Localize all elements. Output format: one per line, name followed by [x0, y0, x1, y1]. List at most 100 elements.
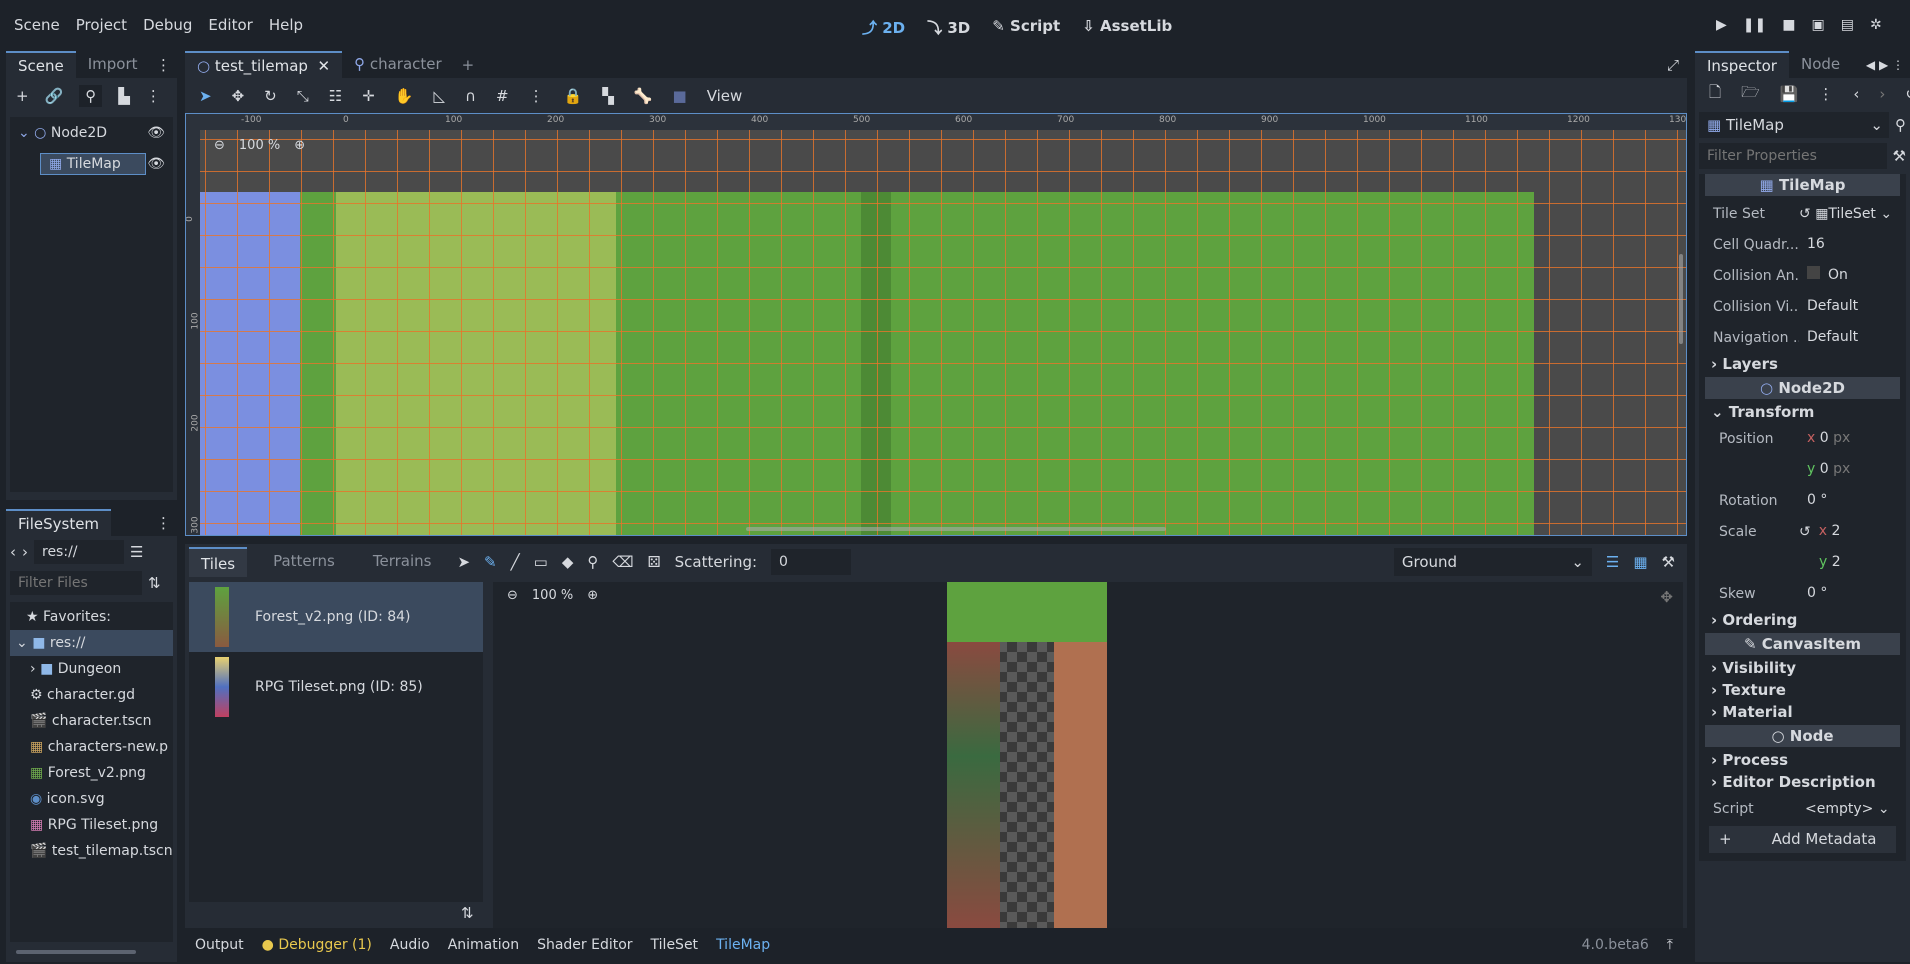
- node2d-section-header[interactable]: ○ Node2D: [1705, 377, 1900, 399]
- view-menu[interactable]: View: [707, 87, 743, 105]
- editor-description-section[interactable]: › Editor Description: [1699, 771, 1906, 793]
- file-item[interactable]: 🎬 test_tilemap.tscn: [10, 838, 173, 864]
- collision-visibility-select[interactable]: Default: [1799, 293, 1900, 320]
- visibility-eye-icon[interactable]: 👁: [147, 156, 165, 172]
- close-icon[interactable]: ✕: [313, 57, 330, 75]
- visibility-eye-icon[interactable]: 👁: [147, 125, 165, 141]
- dock-arrows-icon[interactable]: ◀ ▶ ⋮: [1866, 58, 1904, 72]
- more-icon[interactable]: ⋮: [156, 56, 171, 74]
- pivot-icon[interactable]: ✛: [362, 87, 375, 105]
- line-tool-icon[interactable]: ╱: [511, 553, 520, 571]
- tab-import[interactable]: Import: [76, 51, 150, 78]
- move-tool-icon[interactable]: ✥: [232, 87, 245, 105]
- pan-icon[interactable]: ✋: [395, 87, 414, 105]
- collision-animatable-checkbox[interactable]: On: [1799, 262, 1900, 289]
- forward-icon[interactable]: ›: [1879, 85, 1885, 103]
- more-icon[interactable]: ⋮: [146, 87, 161, 105]
- navigation-visibility-select[interactable]: Default: [1799, 324, 1900, 351]
- scattering-input[interactable]: [771, 548, 852, 575]
- menu-help[interactable]: Help: [269, 16, 303, 34]
- more-icon[interactable]: ⋮: [156, 514, 171, 532]
- bottom-tileset[interactable]: TileSet: [651, 937, 699, 953]
- select-tool-icon[interactable]: ➤: [457, 553, 470, 571]
- cell-quadrant-spinbox[interactable]: 16: [1799, 231, 1900, 258]
- pan-icon[interactable]: ✥: [1660, 588, 1673, 606]
- vertical-scrollbar[interactable]: [1679, 254, 1683, 344]
- file-item[interactable]: ◉ icon.svg: [10, 786, 173, 812]
- rotate-tool-icon[interactable]: ↻: [264, 87, 277, 105]
- workspace-script[interactable]: ✎ Script: [992, 17, 1060, 38]
- open-folder-icon[interactable]: 🗁: [1741, 82, 1760, 107]
- tools-icon[interactable]: ⚒: [1893, 147, 1906, 165]
- tab-test-tilemap[interactable]: ○ test_tilemap ✕: [185, 51, 343, 78]
- list-select-icon[interactable]: ☷: [329, 87, 342, 105]
- tools-icon[interactable]: ⚒: [1662, 553, 1675, 571]
- scale-y-input[interactable]: y 2: [1811, 549, 1900, 576]
- file-item[interactable]: ⚙ character.gd: [10, 682, 173, 708]
- link-icon[interactable]: 🔗: [45, 87, 64, 105]
- more-icon[interactable]: ⋮: [529, 87, 544, 105]
- camera-icon[interactable]: ■: [673, 87, 687, 105]
- tab-node[interactable]: Node: [1789, 51, 1852, 78]
- file-item[interactable]: ⌄ ■ res://: [10, 630, 173, 656]
- file-item[interactable]: 🎬 character.tscn: [10, 708, 173, 734]
- rotation-slider[interactable]: 0 °: [1799, 487, 1900, 514]
- menu-scene[interactable]: Scene: [14, 16, 60, 34]
- tab-filesystem[interactable]: FileSystem: [6, 509, 112, 536]
- filter-files-input[interactable]: [10, 571, 142, 595]
- doc-icon[interactable]: ⚲: [1895, 116, 1906, 134]
- tree-tilemap[interactable]: ▦ TileMap 👁: [10, 148, 173, 179]
- zoom-out-icon[interactable]: ⊖: [507, 588, 518, 603]
- tree-node2d[interactable]: ⌄ ○ Node2D 👁: [10, 117, 173, 148]
- play-custom-icon[interactable]: ▤: [1841, 17, 1854, 33]
- zoom-out-icon[interactable]: ⊖: [214, 138, 225, 153]
- tab-terrains[interactable]: Terrains: [361, 548, 444, 575]
- horizontal-scrollbar[interactable]: [746, 527, 1166, 531]
- bottom-output[interactable]: Output: [195, 937, 244, 953]
- source-item[interactable]: RPG Tileset.png (ID: 85): [189, 652, 483, 722]
- atlas-zoom-level[interactable]: 100 %: [532, 588, 573, 603]
- object-select[interactable]: ▦ TileMap ⌄: [1699, 112, 1889, 138]
- menu-project[interactable]: Project: [76, 16, 127, 34]
- stop-icon[interactable]: ■: [1782, 17, 1795, 33]
- layer-select[interactable]: Ground ⌄: [1393, 547, 1592, 576]
- grid-toggle-icon[interactable]: ▦: [1633, 553, 1647, 571]
- add-tab-icon[interactable]: +: [462, 56, 475, 74]
- layers-section[interactable]: › Layers: [1699, 353, 1906, 375]
- file-item[interactable]: › ■ Dungeon: [10, 656, 173, 682]
- random-tile-icon[interactable]: ⚄: [648, 553, 661, 571]
- reset-icon[interactable]: ↺: [1799, 206, 1815, 222]
- position-y-input[interactable]: y 0 px: [1799, 456, 1900, 483]
- bucket-tool-icon[interactable]: ◆: [562, 553, 574, 571]
- play-icon[interactable]: ▶: [1716, 17, 1727, 33]
- new-resource-icon[interactable]: 🗋: [1709, 82, 1721, 107]
- rect-tool-icon[interactable]: ▭: [534, 553, 548, 571]
- picker-icon[interactable]: ⚲: [587, 553, 598, 571]
- tab-scene[interactable]: Scene: [6, 51, 76, 78]
- workspace-2d[interactable]: ⤴ 2D: [862, 17, 905, 38]
- back-icon[interactable]: ‹: [1853, 85, 1859, 103]
- movie-icon[interactable]: ✲: [1870, 17, 1882, 33]
- position-x-input[interactable]: x 0 px: [1799, 425, 1900, 452]
- workspace-3d[interactable]: ⤵ 3D: [927, 17, 970, 38]
- tileset-atlas-image[interactable]: [947, 582, 1107, 928]
- tilemap-section-header[interactable]: ▦ TileMap: [1705, 174, 1900, 196]
- filter-properties-input[interactable]: [1699, 143, 1887, 169]
- lock-icon[interactable]: 🔒: [564, 87, 583, 105]
- tileset-value[interactable]: ▦TileSet ⌄: [1815, 206, 1892, 222]
- workspace-assetlib[interactable]: ⇩ AssetLib: [1082, 17, 1172, 38]
- visibility-section[interactable]: › Visibility: [1699, 657, 1906, 679]
- bone-icon[interactable]: 🦴: [634, 87, 653, 105]
- pause-icon[interactable]: ❚❚: [1743, 17, 1766, 33]
- back-icon[interactable]: ‹: [10, 543, 16, 561]
- tab-patterns[interactable]: Patterns: [261, 548, 347, 575]
- smart-snap-icon[interactable]: ∩: [465, 87, 476, 105]
- paint-tool-icon[interactable]: ✎: [484, 553, 497, 571]
- horizontal-scrollbar[interactable]: [16, 950, 136, 954]
- file-item[interactable]: ▦ Forest_v2.png: [10, 760, 173, 786]
- expand-panel-icon[interactable]: ⤒: [1667, 937, 1673, 953]
- process-section[interactable]: › Process: [1699, 749, 1906, 771]
- file-item[interactable]: ▦ RPG Tileset.png: [10, 812, 173, 838]
- canvasitem-section-header[interactable]: ✎ CanvasItem: [1705, 633, 1900, 655]
- atlas-view[interactable]: ⊖ 100 % ⊕ ✥: [493, 582, 1683, 928]
